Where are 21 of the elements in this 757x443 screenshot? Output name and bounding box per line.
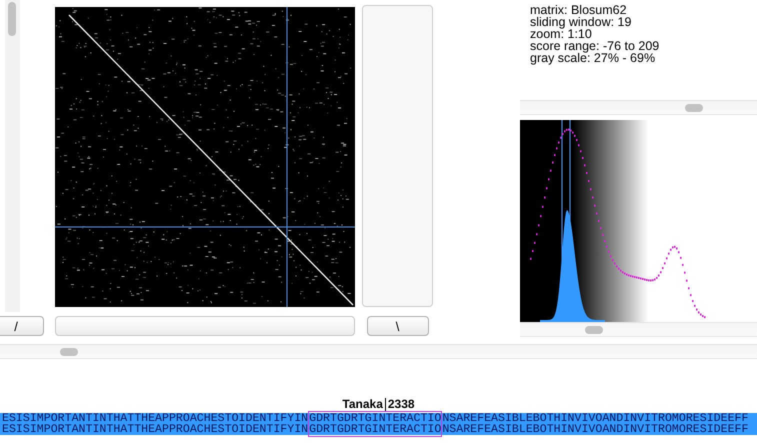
- horizontal-scrollbar[interactable]: [520, 100, 757, 115]
- diagonal-button[interactable]: /: [0, 316, 44, 336]
- horizontal-scrollbar[interactable]: [520, 322, 757, 337]
- info-text: sliding window: 19: [530, 16, 632, 28]
- info-text: zoom: 1:10: [530, 28, 593, 40]
- diagonal-button[interactable]: \: [366, 316, 428, 336]
- sequence-position: 2338: [388, 397, 415, 411]
- text-cursor: [384, 398, 386, 410]
- info-text: gray scale: 27% - 69%: [530, 52, 656, 64]
- scrollbar-thumb[interactable]: [685, 104, 703, 112]
- scrollbar-thumb[interactable]: [8, 2, 16, 36]
- scrollbar-thumb[interactable]: [60, 348, 78, 356]
- horizontal-scrollbar[interactable]: [0, 344, 757, 359]
- sequence-name: Tanaka: [342, 397, 383, 411]
- sequence-row: ESISIMPORTANTINTHATTHEAPPROACHESTOIDENTIFYINGDRTGDRTGINTERACTIONSAREFEASIBLEBOTHINVIVOANDINVITROMORESIDEEFF: [0, 413, 757, 424]
- info-text: score range: -76 to 209: [530, 40, 660, 52]
- sequence-row: ESISIMPORTANTINTHATTHEAPPROACHESTOIDENTIFYINGDRTGDRTGINTERACTIONSAREFEASIBLEBOTHINVIVOANDINVITROMORESIDEEFF: [0, 424, 757, 435]
- vertical-scrollbar[interactable]: [5, 0, 20, 312]
- highlighted-sequence: GDRTGDRTGINTERACTIO: [308, 423, 442, 437]
- info-text: matrix: Blosum62: [530, 4, 628, 16]
- scrollbar-thumb[interactable]: [585, 326, 603, 334]
